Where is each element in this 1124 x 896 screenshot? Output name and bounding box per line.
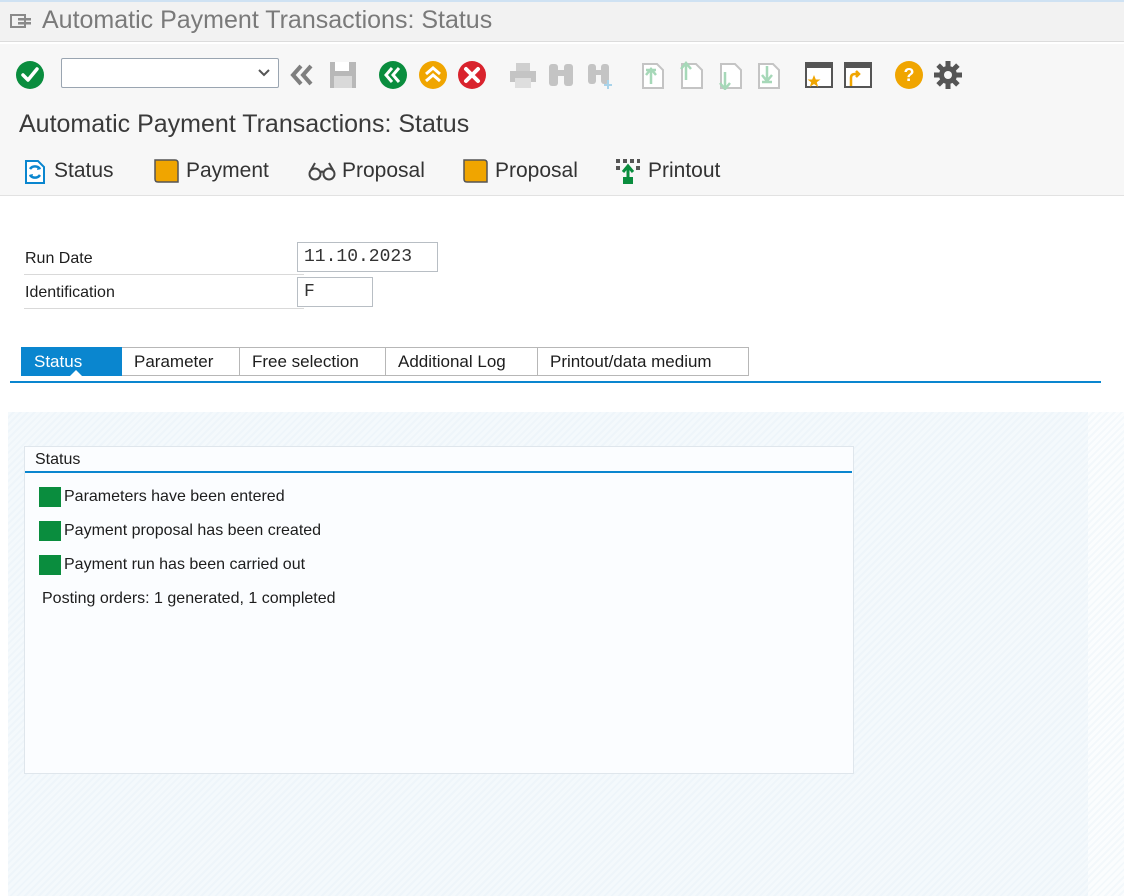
edit-proposal-button[interactable]: Proposal [461,156,578,186]
screen-header: Automatic Payment Transactions: Status [0,100,1124,148]
tab-content-margin [1088,412,1124,896]
exit-icon[interactable] [418,60,448,90]
next-page-icon[interactable] [715,60,745,91]
tab-additional-log-label: Additional Log [398,351,506,371]
display-proposal-label: Proposal [342,159,425,182]
last-page-icon[interactable] [753,60,783,90]
new-session-icon[interactable] [804,60,834,90]
active-tab-indicator [70,370,82,376]
printout-icon [614,157,642,185]
status-item-parameters: Parameters have been entered [39,486,285,508]
printout-button-label: Printout [648,159,721,182]
schedule-icon [152,157,180,185]
status-green-icon [39,487,61,507]
find-icon[interactable] [546,60,576,90]
status-button[interactable]: Status [22,156,114,186]
window-title: Automatic Payment Transactions: Status [42,6,493,34]
menu-icon[interactable] [10,13,32,29]
help-icon[interactable]: ? [894,60,924,90]
run-date-row: Run Date [24,242,304,275]
tab-free-selection[interactable]: Free selection [240,347,386,376]
enter-icon[interactable] [15,60,45,90]
tab-parameter[interactable]: Parameter [122,347,240,376]
tab-status-label: Status [34,351,83,371]
print-icon[interactable] [508,60,538,90]
glasses-icon [308,157,336,185]
find-next-icon[interactable] [586,60,616,90]
printout-button[interactable]: Printout [614,156,720,186]
status-button-label: Status [54,159,114,182]
status-green-icon [39,521,61,541]
display-proposal-button[interactable]: Proposal [308,156,425,186]
application-toolbar: Status Payment Proposal Proposal Printou… [0,148,1124,196]
status-group-title: Status [35,451,81,468]
back-double-chevron-icon[interactable] [287,60,317,90]
chevron-down-icon[interactable] [256,65,272,81]
svg-text:?: ? [904,65,915,85]
run-date-field[interactable] [297,242,438,272]
payment-button-label: Payment [186,159,269,182]
tab-underline [10,381,1101,383]
tab-additional-log[interactable]: Additional Log [386,347,538,376]
previous-page-icon[interactable] [676,60,706,90]
status-group-divider [25,471,852,473]
identification-row: Identification [24,276,304,309]
tab-strip: Status Parameter Free selection Addition… [21,347,749,376]
command-field[interactable] [61,58,279,88]
status-item-text: Payment proposal has been created [64,522,322,539]
title-bar: Automatic Payment Transactions: Status [0,0,1124,42]
cancel-icon[interactable] [457,60,487,90]
back-icon[interactable] [378,60,408,90]
tab-parameter-label: Parameter [134,351,214,371]
payment-button[interactable]: Payment [152,156,269,186]
screen-title: Automatic Payment Transactions: Status [19,110,470,138]
standard-toolbar: ? [0,44,1124,100]
refresh-icon [22,157,48,185]
settings-icon[interactable] [933,60,963,90]
identification-field[interactable] [297,277,373,307]
first-page-icon[interactable] [637,60,667,90]
tab-printout-data-medium[interactable]: Printout/data medium [538,347,749,376]
identification-label: Identification [25,284,115,301]
shortcut-icon[interactable] [843,60,873,90]
status-item-text: Parameters have been entered [64,488,285,505]
status-green-icon [39,555,61,575]
save-icon[interactable] [328,60,358,90]
status-item-payment-run: Payment run has been carried out [39,554,305,576]
tab-status[interactable]: Status [21,347,122,376]
edit-proposal-label: Proposal [495,159,578,182]
status-group-box: Status Parameters have been entered Paym… [24,446,854,774]
schedule-proposal-icon [461,157,489,185]
tab-free-selection-label: Free selection [252,351,359,371]
run-date-label: Run Date [25,250,93,267]
command-input[interactable] [66,62,250,86]
tab-printout-data-medium-label: Printout/data medium [550,351,712,371]
status-item-proposal: Payment proposal has been created [39,520,321,542]
status-item-text: Payment run has been carried out [64,556,306,573]
posting-orders-text: Posting orders: 1 generated, 1 completed [42,590,336,607]
